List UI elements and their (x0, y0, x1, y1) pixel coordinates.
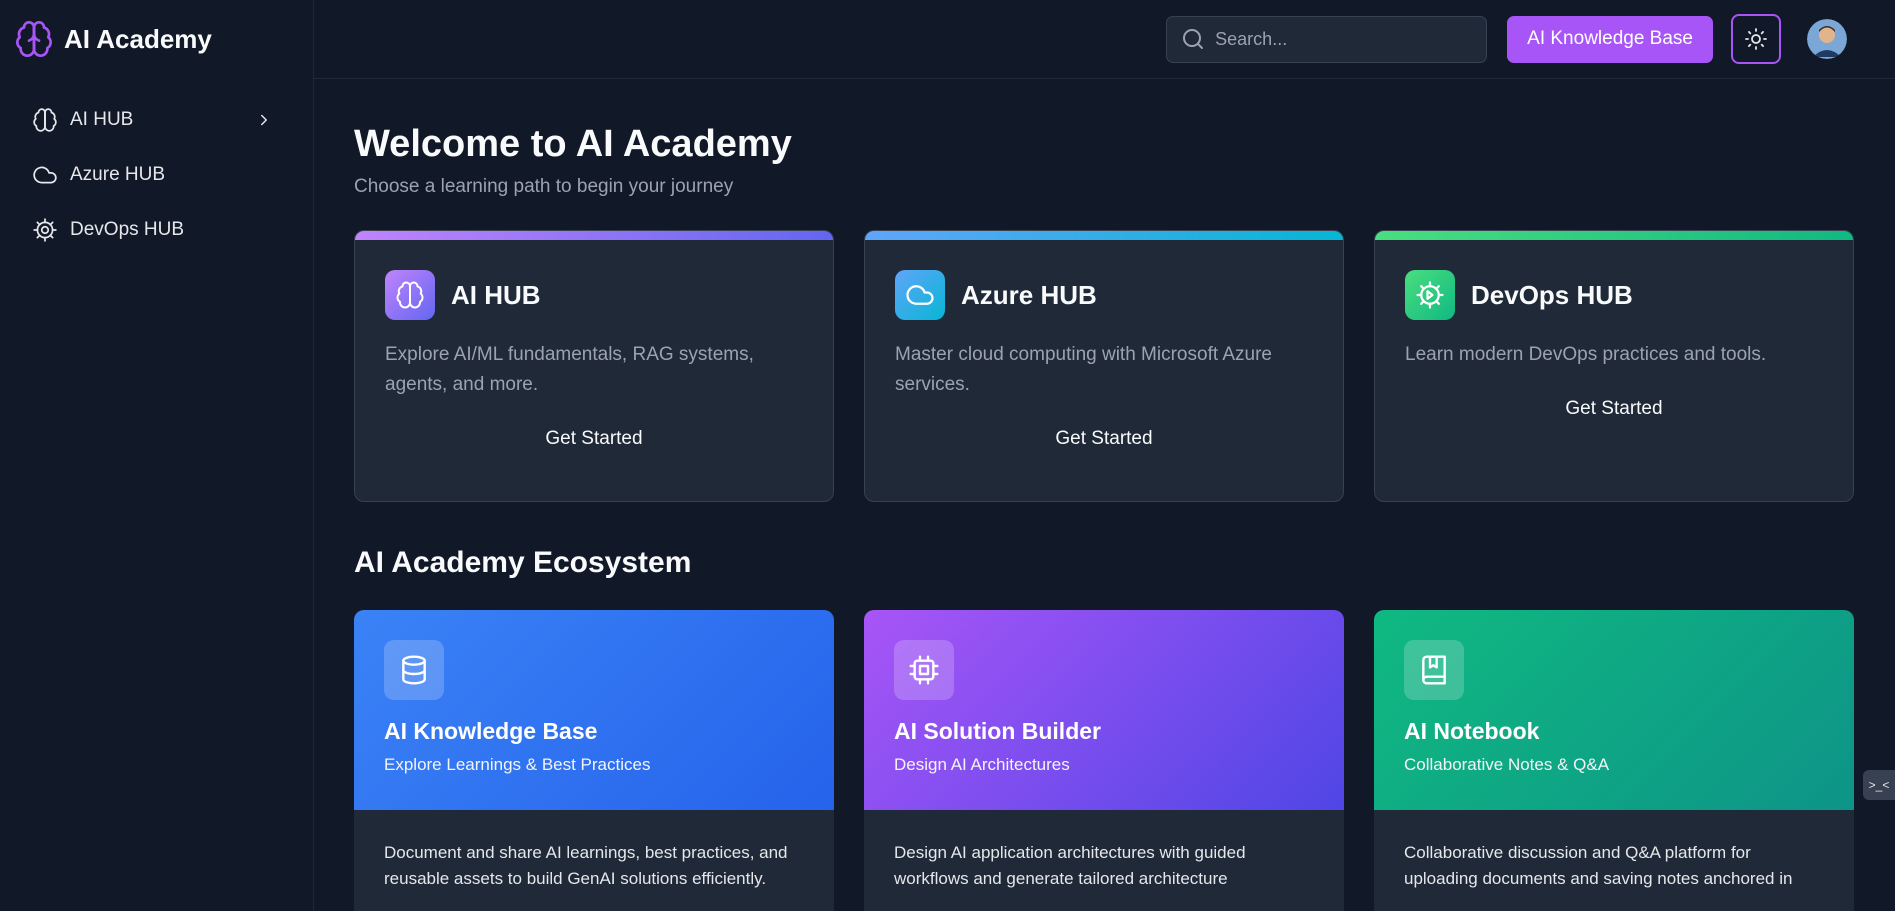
ecosystem-card-subtitle: Collaborative Notes & Q&A (1404, 755, 1610, 774)
ecosystem-cards: AI Knowledge Base Explore Learnings & Be… (354, 610, 1855, 911)
ecosystem-card-description: Document and share AI learnings, best pr… (384, 843, 788, 888)
ecosystem-card-description: Collaborative discussion and Q&A platfor… (1404, 843, 1793, 888)
sidebar: AI Academy AI HUB Azure HUB DevOps HUB (0, 0, 314, 911)
content: Welcome to AI Academy Choose a learning … (314, 123, 1895, 911)
hub-icon-tile (1405, 270, 1455, 320)
ecosystem-icon-tile (894, 640, 954, 700)
hub-description: Explore AI/ML fundamentals, RAG systems,… (385, 344, 754, 395)
get-started-button[interactable]: Get Started (1375, 398, 1853, 420)
hub-title: DevOps HUB (1471, 279, 1633, 310)
hub-icon-tile (385, 270, 435, 320)
hub-card-devops[interactable]: DevOps HUB Learn modern DevOps practices… (1374, 230, 1854, 502)
brain-icon (16, 21, 52, 57)
chevron-right-icon[interactable] (255, 111, 273, 129)
sidebar-item-devops-hub[interactable]: DevOps HUB (0, 202, 313, 257)
topbar: AI Knowledge Base (314, 0, 1895, 79)
ecosystem-icon-tile (1404, 640, 1464, 700)
get-started-button[interactable]: Get Started (355, 428, 833, 450)
floating-assistant-button[interactable]: >_< (1863, 770, 1895, 800)
ecosystem-card-notebook[interactable]: AI Notebook Collaborative Notes & Q&A Co… (1374, 610, 1854, 911)
hub-cards: AI HUB Explore AI/ML fundamentals, RAG s… (354, 230, 1855, 502)
sidebar-nav: AI HUB Azure HUB DevOps HUB (0, 78, 313, 257)
ecosystem-card-description: Design AI application architectures with… (894, 843, 1246, 888)
get-started-button[interactable]: Get Started (865, 428, 1343, 450)
hub-description: Master cloud computing with Microsoft Az… (895, 344, 1272, 395)
ecosystem-card-title: AI Knowledge Base (384, 718, 598, 744)
sun-icon (1745, 28, 1767, 50)
main-area: AI Knowledge Base Welcome to AI Academy … (314, 0, 1895, 911)
search-box[interactable] (1166, 15, 1488, 63)
ai-knowledge-base-button[interactable]: AI Knowledge Base (1507, 15, 1713, 63)
sidebar-item-ai-hub[interactable]: AI HUB (0, 92, 313, 147)
theme-toggle-button[interactable] (1731, 14, 1781, 64)
user-avatar-icon (1807, 19, 1847, 59)
database-icon (402, 655, 426, 685)
brand[interactable]: AI Academy (0, 0, 313, 78)
avatar[interactable] (1807, 19, 1847, 59)
cloud-icon (906, 285, 934, 305)
app-root: AI Academy AI HUB Azure HUB DevOps HUB S… (0, 0, 1895, 911)
ecosystem-card-header: AI Solution Builder Design AI Architectu… (864, 610, 1344, 810)
hub-card-azure[interactable]: Azure HUB Master cloud computing with Mi… (864, 230, 1344, 502)
sidebar-item-azure-hub[interactable]: Azure HUB (0, 147, 313, 202)
brain-icon (33, 107, 57, 132)
brand-name: AI Academy (64, 23, 212, 54)
search-input[interactable] (1215, 28, 1466, 50)
chip-icon (909, 655, 939, 685)
ecosystem-card-solution-builder[interactable]: AI Solution Builder Design AI Architectu… (864, 610, 1344, 911)
notebook-icon (1422, 655, 1446, 685)
sidebar-item-label: DevOps HUB (70, 218, 185, 240)
brain-icon (396, 281, 424, 309)
page-title: Welcome to AI Academy (354, 123, 792, 165)
gear-icon (1416, 281, 1444, 309)
ecosystem-card-header: AI Knowledge Base Explore Learnings & Be… (354, 610, 834, 810)
ecosystem-card-subtitle: Design AI Architectures (894, 755, 1070, 774)
hub-accent-bar (355, 231, 833, 240)
ecosystem-card-header: AI Notebook Collaborative Notes & Q&A (1374, 610, 1854, 810)
sidebar-item-label: Azure HUB (70, 163, 166, 185)
gear-icon (33, 217, 57, 242)
cloud-icon (33, 166, 57, 183)
ecosystem-card-title: AI Solution Builder (894, 718, 1101, 744)
ecosystem-card-title: AI Notebook (1404, 718, 1540, 744)
ecosystem-icon-tile (384, 640, 444, 700)
hub-accent-bar (865, 231, 1343, 240)
hub-icon-tile (895, 270, 945, 320)
sidebar-item-label: AI HUB (70, 108, 134, 130)
hub-title: Azure HUB (961, 279, 1097, 310)
ecosystem-card-knowledge-base[interactable]: AI Knowledge Base Explore Learnings & Be… (354, 610, 834, 911)
search-icon (1183, 29, 1204, 49)
ecosystem-card-subtitle: Explore Learnings & Best Practices (384, 755, 651, 774)
hub-accent-bar (1375, 231, 1853, 240)
ecosystem-title: AI Academy Ecosystem (354, 546, 692, 579)
page-subtitle: Choose a learning path to begin your jou… (354, 176, 734, 197)
hub-description: Learn modern DevOps practices and tools. (1405, 344, 1767, 365)
hub-title: AI HUB (451, 279, 541, 310)
hub-card-ai[interactable]: AI HUB Explore AI/ML fundamentals, RAG s… (354, 230, 834, 502)
